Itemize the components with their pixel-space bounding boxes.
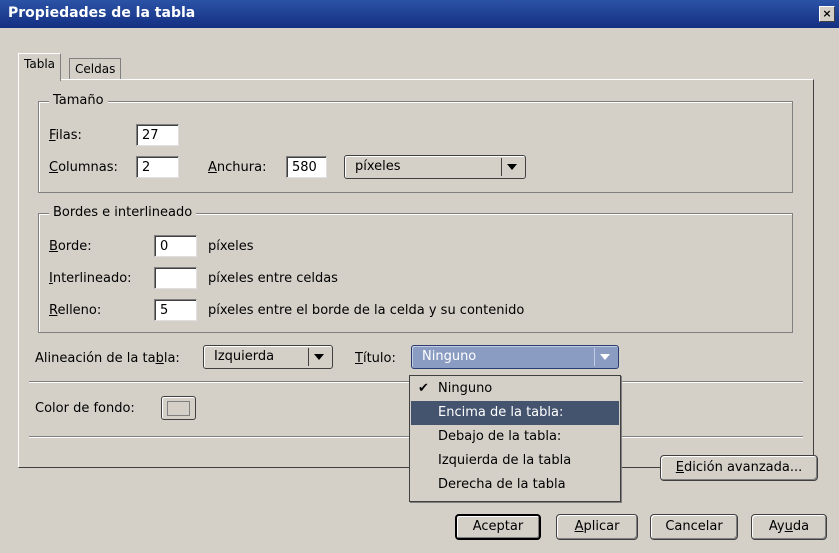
ok-button[interactable]: Aceptar bbox=[455, 514, 541, 540]
table-alignment-value: Izquierda bbox=[214, 349, 275, 364]
chevron-down-icon bbox=[501, 158, 522, 176]
caption-dropdown-list: ✔ Ninguno Encima de la tabla: Debajo de … bbox=[409, 375, 621, 502]
caption-value: Ninguno bbox=[422, 349, 477, 364]
caption-option-derecha[interactable]: Derecha de la tabla bbox=[411, 473, 619, 497]
caption-option-ninguno[interactable]: ✔ Ninguno bbox=[411, 377, 619, 401]
tab-celdas[interactable]: Celdas bbox=[69, 58, 122, 81]
spacing-input[interactable] bbox=[154, 267, 197, 289]
color-swatch bbox=[167, 401, 190, 416]
table-alignment-select[interactable]: Izquierda bbox=[203, 345, 333, 369]
caption-option-izquierda[interactable]: Izquierda de la tabla bbox=[411, 449, 619, 473]
caption-option-encima[interactable]: Encima de la tabla: bbox=[411, 401, 619, 425]
border-label: Borde: bbox=[49, 239, 92, 254]
apply-button[interactable]: Aplicar bbox=[556, 514, 638, 540]
border-input[interactable]: 0 bbox=[154, 235, 197, 257]
chevron-down-icon bbox=[594, 348, 615, 366]
spacing-unit-label: píxeles entre celdas bbox=[208, 271, 338, 286]
window-title: Propiedades de la tabla bbox=[8, 5, 196, 21]
columns-label: Columnas: bbox=[49, 160, 118, 175]
caption-label: Título: bbox=[355, 351, 396, 366]
help-button[interactable]: Ayuda bbox=[751, 514, 827, 540]
columns-input[interactable]: 2 bbox=[136, 156, 179, 178]
width-input[interactable]: 580 bbox=[286, 156, 327, 178]
borders-group-legend: Bordes e interlineado bbox=[49, 205, 197, 220]
width-label: Anchura: bbox=[208, 160, 267, 175]
size-group: Tamaño Filas: 27 Columnas: 2 Anchura: 58… bbox=[38, 93, 793, 193]
table-alignment-label: Alineación de la tabla: bbox=[35, 351, 180, 366]
caption-select[interactable]: Ninguno bbox=[411, 345, 619, 369]
padding-input[interactable]: 5 bbox=[154, 299, 197, 321]
padding-unit-label: píxeles entre el borde de la celda y su … bbox=[208, 303, 525, 318]
border-unit-label: píxeles bbox=[208, 239, 254, 254]
tab-tabla-label: Tabla bbox=[24, 57, 56, 71]
background-color-button[interactable] bbox=[161, 396, 196, 420]
tab-tabla[interactable]: Tabla bbox=[18, 53, 62, 81]
cancel-button[interactable]: Cancelar bbox=[650, 514, 738, 540]
padding-label: Relleno: bbox=[49, 303, 102, 318]
width-unit-value: píxeles bbox=[355, 159, 401, 174]
caption-option-debajo[interactable]: Debajo de la tabla: bbox=[411, 425, 619, 449]
advanced-edit-button[interactable]: Edición avanzada... bbox=[660, 455, 818, 481]
rows-input[interactable]: 27 bbox=[136, 124, 179, 146]
close-button[interactable]: × bbox=[819, 6, 835, 22]
rows-label: Filas: bbox=[49, 128, 82, 143]
borders-group: Bordes e interlineado Borde: 0 píxeles I… bbox=[38, 205, 793, 333]
tab-celdas-label: Celdas bbox=[75, 62, 116, 76]
chevron-down-icon bbox=[308, 348, 329, 366]
close-icon: × bbox=[822, 7, 832, 20]
background-color-label: Color de fondo: bbox=[35, 401, 135, 416]
check-icon: ✔ bbox=[418, 381, 429, 396]
spacing-label: Interlineado: bbox=[49, 271, 132, 286]
size-group-legend: Tamaño bbox=[49, 93, 108, 108]
title-bar[interactable]: Propiedades de la tabla × bbox=[0, 0, 839, 28]
width-unit-select[interactable]: píxeles bbox=[344, 155, 526, 179]
